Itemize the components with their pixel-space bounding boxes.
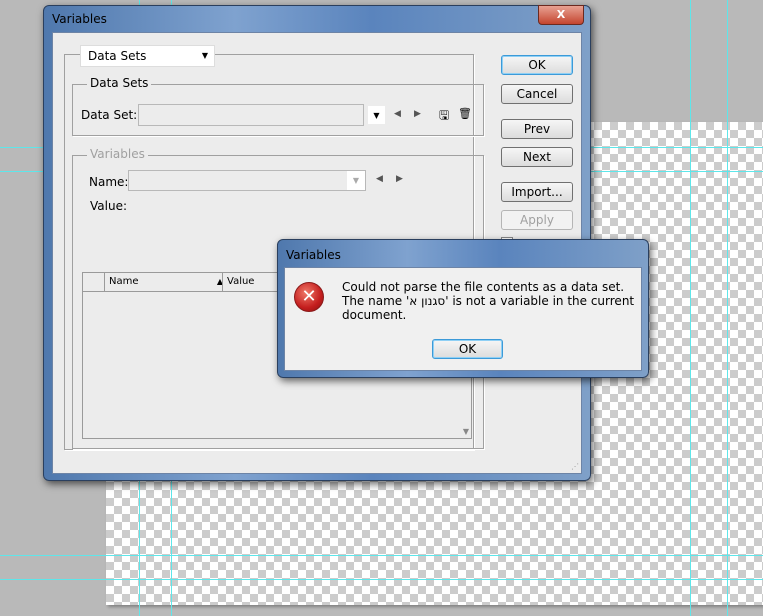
previous-variable-arrow[interactable]: ◀: [376, 174, 383, 184]
apply-button[interactable]: Apply: [501, 210, 573, 230]
error-dialog: Variables ✕ Could not parse the file con…: [277, 239, 649, 378]
prev-button[interactable]: Prev: [501, 119, 573, 139]
error-dialog-title: Variables: [286, 248, 341, 262]
next-data-set-arrow[interactable]: ▶: [414, 109, 421, 119]
data-set-label: Data Set:: [81, 108, 138, 122]
name-label: Name:: [89, 175, 129, 189]
next-variable-arrow[interactable]: ▶: [396, 174, 403, 184]
scroll-down-arrow[interactable]: ▼: [463, 427, 469, 436]
close-icon: X: [556, 8, 566, 21]
column-header-name[interactable]: Name ▲: [104, 273, 227, 291]
column-name-label: Name: [109, 276, 139, 287]
chevron-down-icon: ▼: [201, 51, 208, 60]
error-message: Could not parse the file contents as a d…: [342, 280, 635, 322]
data-sets-group-label: Data Sets: [87, 76, 152, 90]
mode-dropdown[interactable]: Data Sets ▼: [80, 45, 215, 67]
resize-grip-icon[interactable]: ⋰: [571, 462, 579, 471]
error-icon: ✕: [294, 282, 324, 312]
guide-line: [0, 579, 763, 580]
data-set-dropdown-button[interactable]: ▼: [368, 106, 385, 124]
import-button[interactable]: Import...: [501, 182, 573, 202]
close-button[interactable]: X: [538, 5, 584, 25]
chevron-down-icon: ▼: [373, 111, 380, 120]
dialog-title: Variables: [52, 12, 107, 26]
cancel-button[interactable]: Cancel: [501, 84, 573, 104]
chevron-down-icon: ▼: [347, 171, 365, 190]
next-button[interactable]: Next: [501, 147, 573, 167]
previous-data-set-arrow[interactable]: ◀: [394, 109, 401, 119]
guide-line: [690, 0, 691, 616]
guide-line: [0, 555, 763, 556]
variables-group-label: Variables: [87, 147, 148, 161]
guide-line: [727, 0, 728, 616]
error-ok-button[interactable]: OK: [432, 339, 503, 359]
delete-data-set-icon[interactable]: 🗑: [458, 107, 472, 120]
column-value-label: Value: [227, 276, 255, 287]
ok-button[interactable]: OK: [501, 55, 573, 75]
save-data-set-icon[interactable]: 🖫: [439, 106, 449, 127]
mode-dropdown-value: Data Sets: [88, 49, 147, 63]
error-dialog-client: ✕ Could not parse the file contents as a…: [284, 267, 642, 371]
variable-name-dropdown[interactable]: ▼: [128, 170, 366, 191]
data-set-input[interactable]: [138, 104, 364, 126]
value-label: Value:: [90, 199, 127, 213]
